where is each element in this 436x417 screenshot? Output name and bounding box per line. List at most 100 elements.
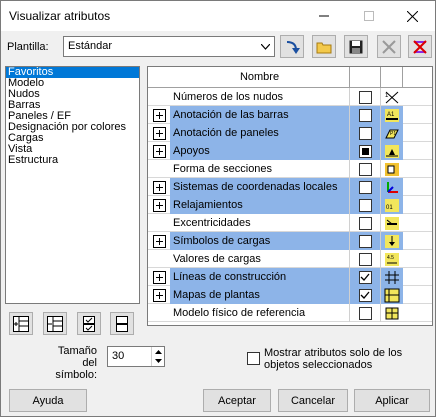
- expand-button[interactable]: [148, 286, 170, 304]
- spinner-down-button[interactable]: [152, 356, 164, 365]
- symbol-size-spinner[interactable]: 30: [107, 346, 165, 367]
- accept-button[interactable]: Aceptar: [203, 389, 271, 412]
- check-all-button[interactable]: [77, 312, 101, 335]
- save-template-button[interactable]: [344, 35, 368, 58]
- title-bar: Visualizar atributos: [1, 1, 435, 31]
- grid-row[interactable]: Valores de cargas 4.5: [148, 250, 432, 268]
- svg-text:P1: P1: [390, 131, 396, 137]
- attribute-checkbox[interactable]: [358, 270, 372, 284]
- attribute-checkbox[interactable]: [358, 288, 372, 302]
- row-spacer: [148, 304, 170, 322]
- collapse-all-icon: [47, 315, 63, 332]
- row-label: Líneas de construcción: [170, 268, 350, 286]
- apply-template-icon: [286, 40, 300, 54]
- svg-text:4.5: 4.5: [387, 255, 394, 261]
- attribute-checkbox[interactable]: [358, 126, 372, 140]
- minimize-icon: [318, 15, 329, 17]
- grid-row[interactable]: Números de los nudos 1: [148, 88, 432, 106]
- category-item[interactable]: Estructura: [6, 155, 139, 166]
- show-selected-checkbox[interactable]: [247, 352, 260, 365]
- category-list[interactable]: Favoritos Modelo Nudos Barras Paneles / …: [5, 66, 140, 304]
- node-numbers-icon: 1: [381, 88, 403, 106]
- grid-row[interactable]: Excentricidades: [148, 214, 432, 232]
- attribute-checkbox[interactable]: [358, 162, 372, 176]
- row-check-cell: [350, 250, 381, 268]
- apply-button[interactable]: Aplicar: [354, 389, 430, 412]
- checkmark-icon: [360, 273, 370, 281]
- maximize-button[interactable]: [346, 1, 391, 31]
- load-values-icon: 4.5: [381, 250, 403, 268]
- grid-row[interactable]: Anotación de las barras A1: [148, 106, 432, 124]
- template-select[interactable]: Estándar: [63, 36, 275, 57]
- grid-row[interactable]: Líneas de construcción: [148, 268, 432, 286]
- open-folder-icon: [316, 42, 332, 53]
- dialog-window: Visualizar atributos Plantilla: Estándar…: [0, 0, 436, 417]
- spinner-up-button[interactable]: [152, 347, 164, 356]
- delete-template-button[interactable]: [377, 35, 401, 58]
- grid-row[interactable]: Relajamientos 01: [148, 196, 432, 214]
- section-shape-icon: [381, 160, 403, 178]
- grid-row[interactable]: Forma de secciones: [148, 160, 432, 178]
- show-selected-label: Mostrar atributos solo de los objetos se…: [264, 347, 403, 371]
- expand-button[interactable]: [148, 178, 170, 196]
- minimize-button[interactable]: [301, 1, 346, 31]
- collapse-all-button[interactable]: [43, 312, 67, 335]
- expand-all-button[interactable]: [9, 312, 33, 335]
- row-check-cell: [350, 106, 381, 124]
- expand-button[interactable]: [148, 124, 170, 142]
- row-check-cell: [350, 124, 381, 142]
- open-template-button[interactable]: [312, 35, 336, 58]
- plus-icon: [152, 234, 166, 248]
- attribute-checkbox[interactable]: [358, 198, 372, 212]
- chevron-down-icon: [258, 39, 272, 54]
- uncheck-all-button[interactable]: [110, 312, 134, 335]
- plus-icon: [152, 198, 166, 212]
- attribute-checkbox[interactable]: [358, 216, 372, 230]
- help-button[interactable]: Ayuda: [9, 389, 87, 412]
- attribute-checkbox[interactable]: [358, 108, 372, 122]
- row-check-cell: [350, 268, 381, 286]
- cancel-button[interactable]: Cancelar: [278, 389, 348, 412]
- row-label: Símbolos de cargas: [170, 232, 350, 250]
- expand-button[interactable]: [148, 142, 170, 160]
- attribute-checkbox[interactable]: [358, 252, 372, 266]
- attributes-grid[interactable]: Nombre Números de los nudos 1 Anotación de…: [147, 66, 433, 326]
- row-spacer: [148, 250, 170, 268]
- grid-row[interactable]: Modelo físico de referencia: [148, 304, 432, 322]
- row-label: Apoyos: [170, 142, 350, 160]
- expand-button[interactable]: [148, 196, 170, 214]
- check-all-icon: [83, 315, 95, 332]
- close-button[interactable]: [390, 1, 435, 31]
- row-spacer: [148, 88, 170, 106]
- attribute-checkbox[interactable]: [358, 234, 372, 248]
- maximize-icon: [363, 11, 374, 21]
- column-header-icon: [381, 67, 403, 87]
- column-header-name[interactable]: Nombre: [170, 67, 350, 87]
- clear-template-button[interactable]: [408, 35, 432, 58]
- template-value: Estándar: [68, 40, 113, 52]
- attribute-checkbox[interactable]: [358, 180, 372, 194]
- expand-button[interactable]: [148, 106, 170, 124]
- row-check-cell: [350, 142, 381, 160]
- supports-icon: [381, 142, 403, 160]
- plus-icon: [152, 288, 166, 302]
- attribute-checkbox[interactable]: [358, 90, 372, 104]
- row-label: Valores de cargas: [170, 250, 350, 268]
- grid-row[interactable]: Símbolos de cargas: [148, 232, 432, 250]
- apply-template-button[interactable]: [280, 35, 304, 58]
- construction-lines-icon: [381, 268, 403, 286]
- eccentricity-icon: [381, 214, 403, 232]
- releases-icon: 01: [381, 196, 403, 214]
- attribute-checkbox[interactable]: [358, 144, 372, 158]
- grid-row[interactable]: Apoyos: [148, 142, 432, 160]
- expand-button[interactable]: [148, 268, 170, 286]
- uncheck-all-icon: [116, 315, 128, 332]
- chevron-down-icon: [154, 358, 162, 363]
- grid-row[interactable]: Mapas de plantas: [148, 286, 432, 304]
- member-annotation-icon: A1: [381, 106, 403, 124]
- grid-row[interactable]: Anotación de paneles P1: [148, 124, 432, 142]
- grid-row[interactable]: Sistemas de coordenadas locales: [148, 178, 432, 196]
- plus-icon: [152, 126, 166, 140]
- attribute-checkbox[interactable]: [358, 306, 372, 320]
- expand-button[interactable]: [148, 232, 170, 250]
